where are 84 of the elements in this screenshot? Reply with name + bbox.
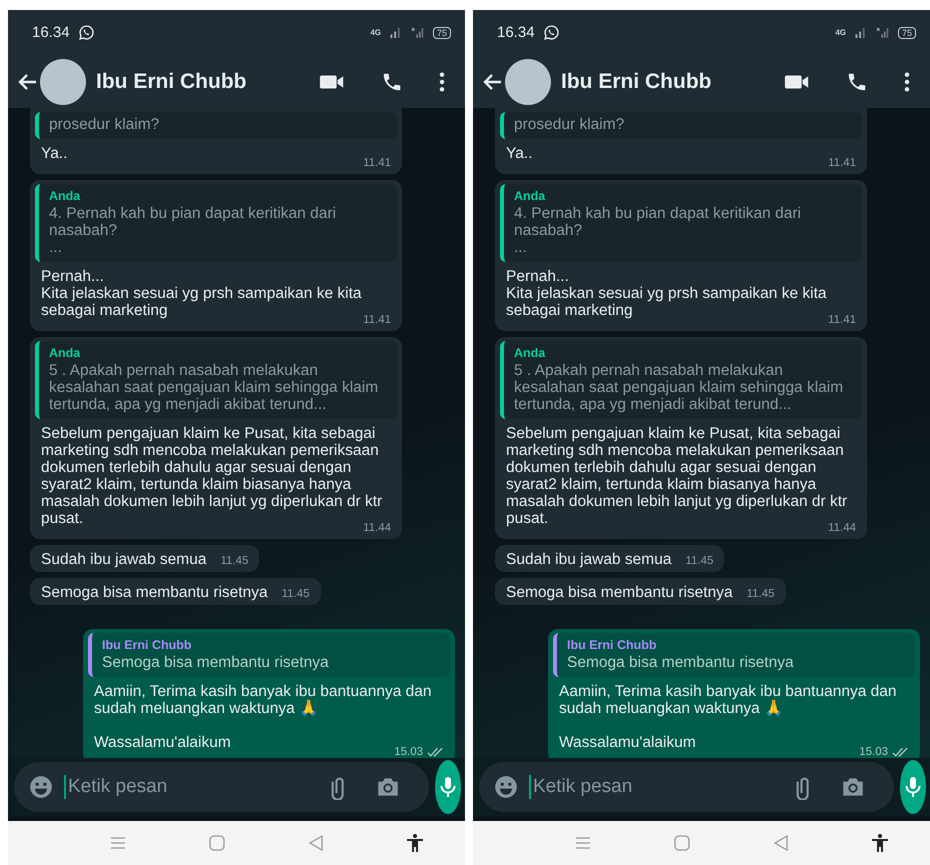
network-type: 4G xyxy=(835,28,846,37)
quoted-author: Ibu Erni Chubb xyxy=(567,637,658,654)
home-icon[interactable] xyxy=(672,833,692,853)
received-message-bubble[interactable]: Sudah ibu jawab semua 11.45 xyxy=(30,545,260,572)
received-message-bubble[interactable]: Anda 4. Pernah kah bu pian dapat keritikan dari nasabah? ... Pernah... Kita jelaskan sesuai yg prsh sampaikan ke kita sebagai marketing 11.41 xyxy=(30,180,402,331)
message-time: 11.41 xyxy=(363,156,391,170)
message-text: Semoga bisa membantu risetnya xyxy=(41,584,268,601)
message-text: Aamiin, Terima kasih banyak ibu bantuannya dan sudah meluangkan waktunya 🙏 xyxy=(559,683,896,717)
more-options-icon[interactable] xyxy=(904,70,910,92)
received-message-bubble[interactable] xyxy=(495,337,867,539)
status-time: 16.34 xyxy=(32,24,70,41)
message-time: 11.45 xyxy=(220,554,248,568)
quoted-text: 5 . Apakah pernah nasabah melakukan kesalahan saat pengajuan klaim sehingga klaim tertunda, apa yg menjadi akibat terund... xyxy=(514,362,844,413)
sent-message-bubble[interactable]: Ibu Erni Chubb Semoga bisa membantu risetnya Aamiin, Terima kasih banyak ibu bantuannya dan sudah meluangkan waktunya 🙏 Wassalamu'alaikum 15.03 xyxy=(83,629,455,758)
message-text: Semoga bisa membantu risetnya xyxy=(506,584,733,601)
avatar-photo[interactable] xyxy=(505,58,551,104)
quoted-author: Anda xyxy=(514,188,546,205)
quoted-author: Anda xyxy=(49,345,82,362)
message-time: 15.03 xyxy=(394,745,423,758)
contact-name[interactable]: Ibu Erni Chubb xyxy=(96,70,319,94)
sent-message-bubble[interactable]: Ibu Erni Chubb Semoga bisa membantu risetnya Aamiin, Terima kasih banyak ibu bantuannya dan sudah meluangkan waktunya 🙏 Wassalamu'alaikum 15.03 xyxy=(548,629,920,758)
quoted-text: 5 . Apakah pernah nasabah melakukan kesalahan saat pengajuan klaim sehingga klaim tertunda, apa yg menjadi akibat terund... xyxy=(49,362,380,413)
emoji-icon[interactable] xyxy=(28,774,54,800)
received-message-bubble[interactable]: Anda 4. Pernah kah bu pian dapat keritikan dari nasabah? ... Pernah... Kita jelaskan sesuai yg prsh sampaikan ke kita sebagai marketing 11.41 xyxy=(495,180,867,331)
whatsapp-notification-icon xyxy=(78,24,95,41)
message-time: 11.44 xyxy=(828,521,856,535)
accessibility-icon[interactable] xyxy=(405,833,426,853)
message-input-field[interactable]: Ketik pesan xyxy=(14,762,429,812)
received-message-bubble[interactable]: Semoga bisa membantu risetnya 11.45 xyxy=(495,578,786,605)
message-time: 11.41 xyxy=(828,156,856,170)
received-message-bubble[interactable]: prosedur klaim? Ya.. 11.41 xyxy=(30,108,402,174)
battery-level: 75 xyxy=(432,26,451,38)
quoted-text: 4. Pernah kah bu pian dapat keritikan dari nasabah? ... xyxy=(514,205,802,256)
received-message-bubble[interactable]: Semoga bisa membantu risetnya 11.45 xyxy=(30,578,321,605)
quoted-message[interactable]: Anda 4. Pernah kah bu pian dapat keritikan dari nasabah? ... xyxy=(500,184,862,262)
microphone-button[interactable] xyxy=(435,760,461,814)
avatar-photo[interactable] xyxy=(40,58,86,104)
received-message-bubble[interactable]: Sudah ibu jawab semua 11.45 xyxy=(495,545,724,572)
message-time: 11.45 xyxy=(282,587,310,601)
contact-name[interactable]: Ibu Erni Chubb xyxy=(561,70,784,94)
whatsapp-notification-icon xyxy=(542,24,560,41)
emoji-icon[interactable] xyxy=(493,774,519,800)
quoted-text: 4. Pernah kah bu pian dapat keritikan dari nasabah? ... xyxy=(49,205,337,256)
no-signal-icon xyxy=(876,27,890,38)
quoted-text: Semoga bisa membantu risetnya xyxy=(102,654,330,671)
quoted-message[interactable]: prosedur klaim? xyxy=(500,112,862,139)
message-time: 11.41 xyxy=(363,313,391,327)
message-text: Wassalamu'alaikum xyxy=(559,734,696,751)
message-text: Wassalamu'alaikum xyxy=(94,734,231,751)
quoted-text: prosedur klaim? xyxy=(514,116,626,133)
quoted-author: Anda xyxy=(49,188,82,205)
quoted-message[interactable]: Ibu Erni Chubb Semoga bisa membantu risetnya xyxy=(553,633,915,677)
received-message-bubble[interactable] xyxy=(30,337,402,539)
quoted-message[interactable]: Ibu Erni Chubb Semoga bisa membantu risetnya xyxy=(88,633,450,677)
quoted-text: Semoga bisa membantu risetnya xyxy=(567,654,795,671)
received-message-bubble[interactable]: prosedur klaim? Ya.. 11.41 xyxy=(495,108,867,174)
quoted-message[interactable]: Anda 5 . Apakah pernah nasabah melakukan kesalahan saat pengajuan klaim sehingga klaim tertunda, apa yg menjadi akibat terund... xyxy=(35,341,397,419)
battery-level: 75 xyxy=(898,26,916,38)
status-time: 16.34 xyxy=(497,24,535,41)
message-time: 11.44 xyxy=(363,521,391,535)
quoted-message[interactable]: Anda 5 . Apakah pernah nasabah melakukan kesalahan saat pengajuan klaim sehingga klaim tertunda, apa yg menjadi akibat terund... xyxy=(500,341,862,419)
message-text: Sudah ibu jawab semua xyxy=(41,551,206,568)
quoted-message[interactable]: Anda 4. Pernah kah bu pian dapat keritikan dari nasabah? ... xyxy=(35,184,397,262)
microphone-button[interactable] xyxy=(900,760,926,814)
quoted-author: Ibu Erni Chubb xyxy=(102,637,193,654)
message-input-field[interactable]: Ketik pesan xyxy=(479,762,894,812)
network-type: 4G xyxy=(370,28,381,37)
message-text: Aamiin, Terima kasih banyak ibu bantuannya dan sudah meluangkan waktunya 🙏 xyxy=(94,683,432,717)
quoted-author: Anda xyxy=(514,345,546,362)
message-time: 11.41 xyxy=(828,313,856,327)
message-time: 15.03 xyxy=(859,745,888,758)
accessibility-icon[interactable] xyxy=(870,833,890,853)
quoted-message[interactable]: prosedur klaim? xyxy=(35,112,397,139)
quoted-text: prosedur klaim? xyxy=(49,116,160,133)
message-text: Pernah... Kita jelaskan sesuai yg prsh sampaikan ke kita sebagai marketing xyxy=(41,268,362,319)
message-text: Ya.. xyxy=(506,145,532,162)
more-options-icon[interactable] xyxy=(439,70,445,92)
no-signal-icon xyxy=(410,27,425,38)
message-text: Sudah ibu jawab semua xyxy=(506,551,672,568)
message-text: Ya.. xyxy=(41,145,68,162)
home-icon[interactable] xyxy=(206,833,227,853)
message-text: Pernah... Kita jelaskan sesuai yg prsh sampaikan ke kita sebagai marketing xyxy=(506,268,826,319)
message-time: 11.45 xyxy=(685,554,714,568)
message-time: 11.45 xyxy=(746,587,775,601)
